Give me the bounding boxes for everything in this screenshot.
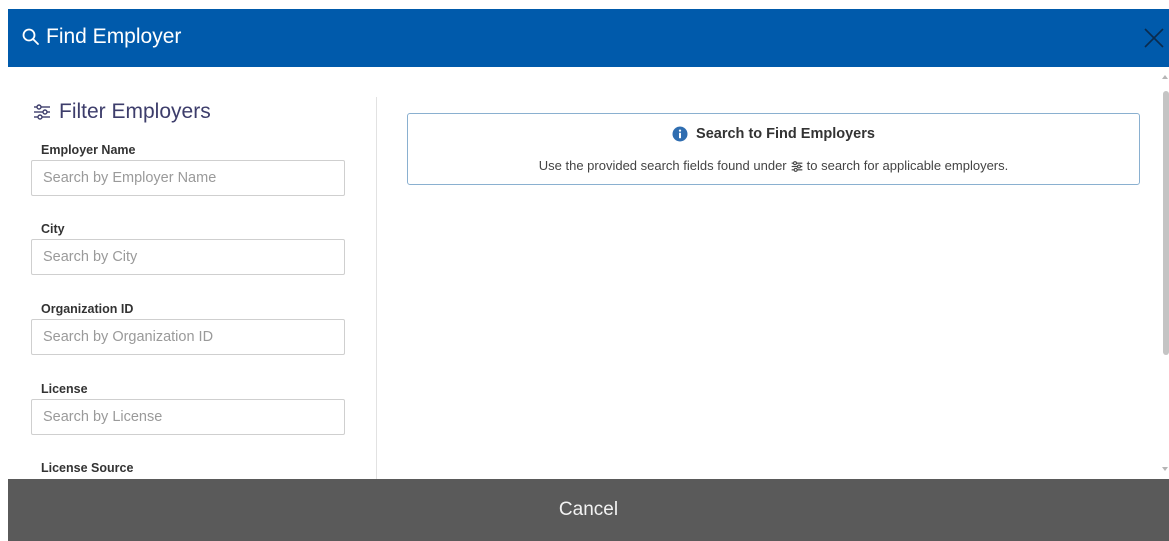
filter-sliders-icon — [34, 104, 50, 120]
info-text-after: to search for applicable employers. — [806, 158, 1009, 173]
cancel-button[interactable]: Cancel — [8, 479, 1169, 541]
license-label: License — [41, 382, 88, 396]
organization-id-label: Organization ID — [41, 302, 134, 316]
info-icon — [672, 126, 688, 142]
search-icon — [22, 28, 39, 45]
info-text-before: Use the provided search fields found und… — [538, 158, 787, 173]
sidebar-divider — [376, 97, 377, 479]
dialog-header: Find Employer — [8, 9, 1169, 67]
organization-id-input[interactable] — [31, 319, 345, 355]
scroll-down-arrow-icon[interactable] — [1162, 467, 1168, 471]
dialog-body: Filter Employers Employer Name City Orga… — [8, 67, 1169, 479]
info-heading: Search to Find Employers — [696, 126, 875, 142]
scrollbar-thumb[interactable] — [1163, 91, 1169, 355]
search-info-panel: Search to Find Employers Use the provide… — [407, 113, 1140, 185]
find-employer-dialog: Find Employer Filter Employers Employer … — [8, 9, 1169, 541]
cancel-label: Cancel — [558, 499, 619, 520]
info-message: Use the provided search fields found und… — [408, 158, 1139, 175]
city-input[interactable] — [31, 239, 345, 275]
filter-sliders-icon — [791, 160, 803, 175]
dialog-title-group: Find Employer — [22, 25, 181, 49]
close-icon — [1144, 28, 1164, 48]
filter-title: Filter Employers — [59, 100, 211, 123]
content-scrollbar[interactable] — [1159, 67, 1169, 479]
employer-name-label: Employer Name — [41, 143, 136, 157]
close-button[interactable] — [1139, 23, 1169, 53]
dialog-title: Find Employer — [46, 25, 182, 48]
license-source-label: License Source — [41, 461, 134, 475]
scroll-up-arrow-icon[interactable] — [1162, 75, 1168, 79]
filter-sidebar: Filter Employers Employer Name City Orga… — [8, 67, 376, 479]
info-heading-group: Search to Find Employers — [408, 126, 1139, 142]
filter-title-group: Filter Employers — [33, 100, 211, 124]
license-input[interactable] — [31, 399, 345, 435]
employer-name-input[interactable] — [31, 160, 345, 196]
city-label: City — [41, 222, 65, 236]
